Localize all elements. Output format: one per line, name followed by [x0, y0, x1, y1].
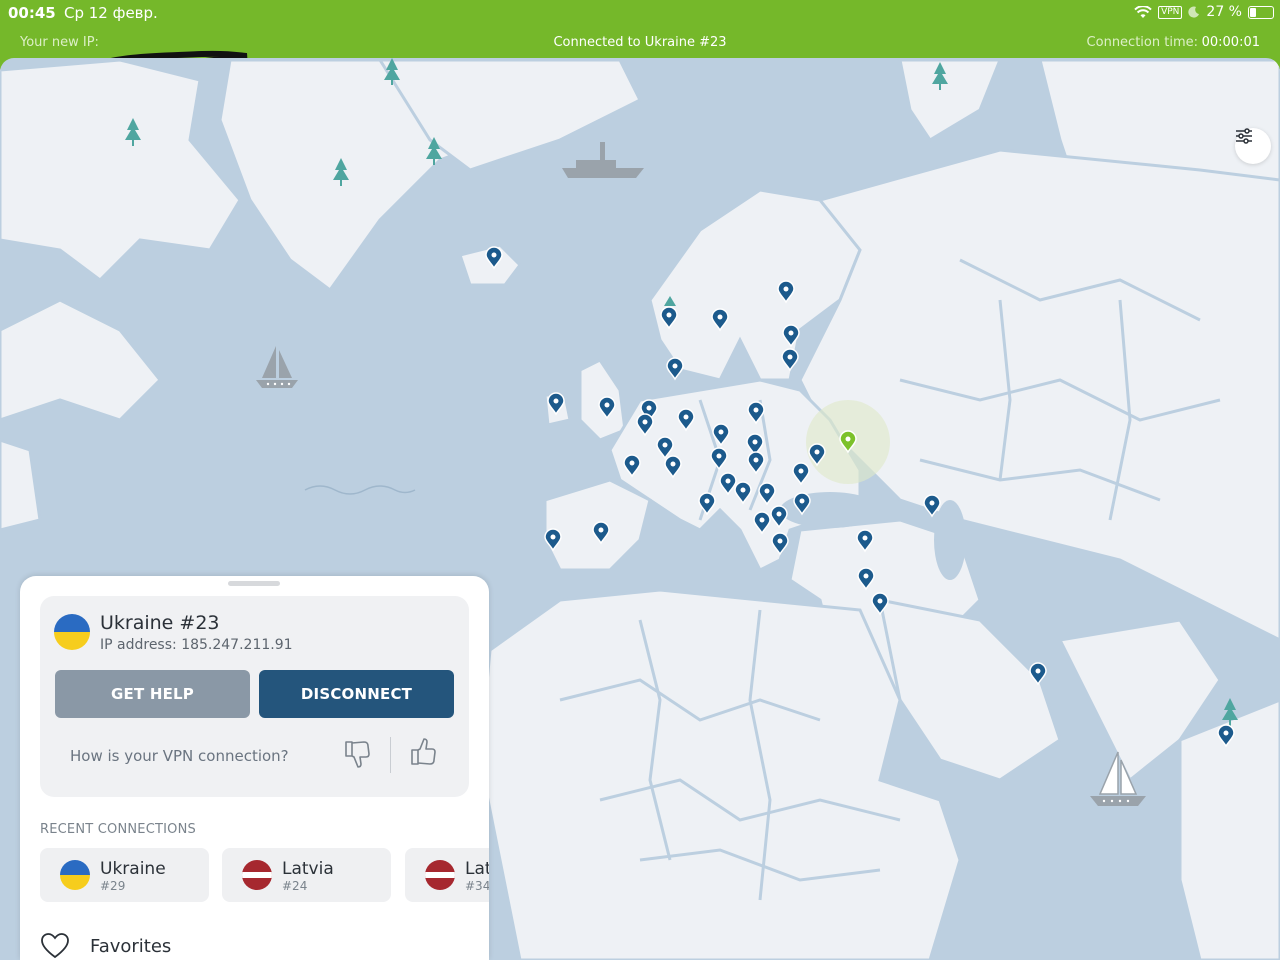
- ukraine-flag-icon: [54, 614, 90, 650]
- map-pin-dot: [783, 286, 789, 292]
- map-pin-dot: [863, 573, 869, 579]
- map-pin-dot: [672, 363, 678, 369]
- connection-time-label: Connection time:: [1086, 35, 1198, 50]
- recent-connections-title: RECENT CONNECTIONS: [40, 822, 196, 837]
- map-pin-dot: [646, 405, 652, 411]
- connection-info: Your new IP: Connected to Ukraine #23 Co…: [0, 32, 1280, 80]
- recent-country: Latvia: [465, 859, 489, 879]
- recent-connection-latvia[interactable]: Latvia #24: [222, 848, 391, 902]
- connection-panel: Ukraine #23 IP address: 185.247.211.91 G…: [20, 576, 489, 960]
- favorites-label[interactable]: Favorites: [90, 936, 171, 957]
- thumbs-up-icon[interactable]: [408, 736, 440, 768]
- map-pin-dot: [725, 478, 731, 484]
- recent-server-number: #24: [282, 879, 308, 893]
- recent-connection-ukraine[interactable]: Ukraine #29: [40, 848, 209, 902]
- connection-time: 00:00:01: [1201, 35, 1260, 50]
- drag-handle[interactable]: [228, 581, 280, 586]
- current-server-card: Ukraine #23 IP address: 185.247.211.91 G…: [40, 596, 469, 797]
- map-pin-dot: [718, 429, 724, 435]
- map-pin-dot: [862, 535, 868, 541]
- battery-icon: ⚡: [1248, 4, 1274, 19]
- vpn-badge: VPN: [1158, 5, 1183, 19]
- map-pin-dot: [740, 487, 746, 493]
- map-pin-dot: [759, 517, 765, 523]
- map-pin-dot: [716, 453, 722, 459]
- feedback-question: How is your VPN connection?: [70, 747, 289, 765]
- get-help-button[interactable]: GET HELP: [55, 670, 250, 718]
- map-pin-dot: [598, 527, 604, 533]
- map-pin-dot: [550, 534, 556, 540]
- status-time: 00:45: [8, 4, 56, 22]
- recent-server-number: #29: [100, 879, 126, 893]
- map-pin-dot: [798, 468, 804, 474]
- map-pin-dot: [929, 500, 935, 506]
- map-pin-dot: [787, 354, 793, 360]
- map-pin-dot: [666, 312, 672, 318]
- battery-level: [1250, 7, 1256, 17]
- status-icons: VPN 27 % ⚡: [1134, 4, 1274, 20]
- map-pin-dot: [1035, 668, 1041, 674]
- map-pin-dot: [788, 330, 794, 336]
- status-bar: 00:45 Ср 12 февр. VPN 27 % ⚡: [0, 0, 1280, 26]
- map-pin-dot: [814, 449, 820, 455]
- charging-bolt-icon: ⚡: [1257, 4, 1265, 18]
- map-pin-dot: [717, 314, 723, 320]
- map-pin-dot: [753, 457, 759, 463]
- server-ip: IP address: 185.247.211.91: [100, 637, 293, 653]
- map-pin-dot: [877, 598, 883, 604]
- map-pin-dot: [704, 498, 710, 504]
- heart-icon[interactable]: [40, 932, 70, 960]
- map-pin-dot: [776, 511, 782, 517]
- map-pin-dot: [799, 498, 805, 504]
- map-filter-button[interactable]: [1235, 128, 1271, 164]
- recent-country: Latvia: [282, 859, 334, 879]
- map-pin-dot: [752, 439, 758, 445]
- thumbs-down-icon[interactable]: [342, 738, 374, 770]
- recent-connection-latvia-2[interactable]: Latvia #34: [405, 848, 489, 902]
- wifi-icon: [1134, 5, 1152, 18]
- sliders-icon: [1236, 128, 1252, 144]
- map-pin-dot: [753, 407, 759, 413]
- ukraine-flag-icon: [60, 860, 90, 890]
- map-pin-dot: [777, 538, 783, 544]
- map-pin-dot: [1223, 730, 1229, 736]
- map-pin-dot: [764, 488, 770, 494]
- map-pin-dot: [683, 414, 689, 420]
- moon-icon: [1188, 6, 1200, 18]
- latvia-flag-icon: [425, 860, 455, 890]
- map-pin-dot: [662, 442, 668, 448]
- battery-percent: 27 %: [1206, 4, 1242, 20]
- map-pin-dot: [845, 436, 851, 442]
- server-name: Ukraine #23: [100, 612, 220, 634]
- recent-server-number: #34: [465, 879, 489, 893]
- status-date: Ср 12 февр.: [64, 4, 158, 22]
- feedback-divider: [390, 737, 391, 773]
- map-pin-dot: [670, 461, 676, 467]
- map-pin-dot: [553, 398, 559, 404]
- map-pin-dot: [642, 419, 648, 425]
- disconnect-button[interactable]: DISCONNECT: [259, 670, 454, 718]
- latvia-flag-icon: [242, 860, 272, 890]
- map-pin-dot: [604, 402, 610, 408]
- map-pin-dot: [629, 460, 635, 466]
- recent-country: Ukraine: [100, 859, 166, 879]
- map-pin-dot: [491, 252, 497, 258]
